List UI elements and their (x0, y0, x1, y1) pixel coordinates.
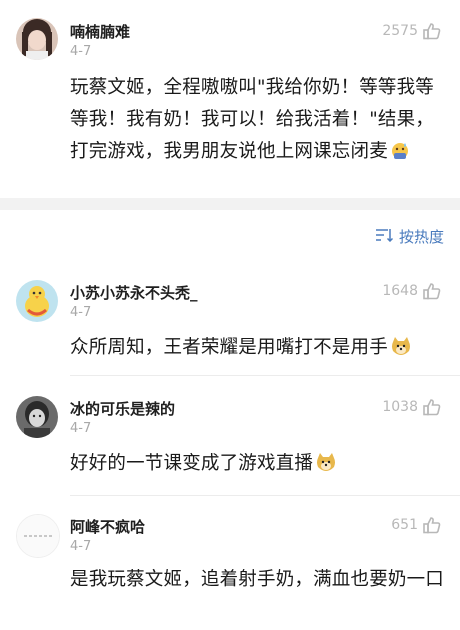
comment-item: 冰的可乐是辣的 4-7 1038 好好的一节课变成了游戏直播 (0, 384, 460, 496)
sort-icon (375, 228, 394, 246)
like-button[interactable]: 651 (391, 515, 442, 535)
comment-text: 好好的一节课变成了游戏直播 (70, 448, 450, 483)
avatar[interactable] (16, 280, 58, 322)
like-button[interactable]: 1038 (382, 397, 442, 417)
like-button[interactable]: 1648 (382, 281, 442, 301)
like-count: 1648 (382, 283, 418, 299)
sort-label: 按热度 (398, 228, 444, 246)
thumbs-up-icon (422, 397, 442, 417)
comment-separator (70, 375, 460, 376)
like-count: 1038 (382, 399, 418, 415)
sweat-emoji (390, 139, 410, 171)
avatar[interactable] (16, 514, 60, 558)
comment-date: 4-7 (70, 305, 92, 320)
section-divider (0, 198, 460, 210)
comment-separator (70, 495, 460, 496)
avatar[interactable] (16, 396, 58, 438)
username[interactable]: 喃楠腩难 (70, 21, 130, 42)
comment-text: 众所周知，王者荣耀是用嘴打不是用手 (70, 332, 450, 367)
like-button[interactable]: 2575 (382, 21, 442, 41)
comment-text: 是我玩蔡文姬，追着射手奶，满血也要奶一口 (70, 569, 445, 590)
comment-item: 喃楠腩难 4-7 2575 玩蔡文姬，全程嗷嗷叫"我给你奶！等等我等等我！我有奶… (0, 0, 460, 198)
like-count: 2575 (382, 23, 418, 39)
thumbs-up-icon (422, 281, 442, 301)
like-count: 651 (391, 517, 418, 533)
doge-emoji (390, 335, 412, 367)
username[interactable]: 阿峰不疯哈 (70, 516, 145, 537)
sort-by-popularity-button[interactable]: 按热度 (375, 226, 444, 247)
thumbs-up-icon (422, 515, 442, 535)
comment-item: 阿峰不疯哈 4-7 651 是我玩蔡文姬，追着射手奶，满血也要奶一口 (0, 502, 460, 630)
avatar[interactable] (16, 18, 58, 60)
comment-date: 4-7 (70, 539, 92, 554)
username[interactable]: 冰的可乐是辣的 (70, 398, 175, 419)
username[interactable]: 小苏小苏永不头秃_ (70, 282, 198, 303)
doge-emoji (315, 451, 337, 483)
comment-item: 小苏小苏永不头秃_ 4-7 1648 众所周知，王者荣耀是用嘴打不是用手 (0, 268, 460, 376)
comment-date: 4-7 (70, 421, 92, 436)
comment-text: 玩蔡文姬，全程嗷嗷叫"我给你奶！等等我等等我！我有奶！我可以！给我活着！"结果，… (70, 72, 450, 171)
thumbs-up-icon (422, 21, 442, 41)
comment-date: 4-7 (70, 44, 92, 59)
